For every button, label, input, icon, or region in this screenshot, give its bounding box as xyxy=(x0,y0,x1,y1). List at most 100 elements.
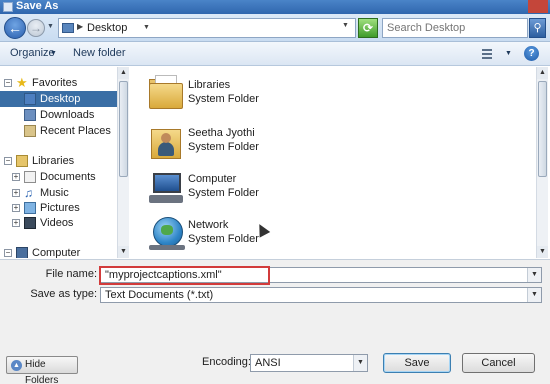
sidebar-item-label: Pictures xyxy=(40,202,80,214)
file-name-dropdown-icon[interactable]: ▼ xyxy=(527,268,541,282)
sidebar-item-label: Desktop xyxy=(40,93,81,105)
desktop-folder-icon xyxy=(62,23,74,33)
sidebar-item-videos[interactable]: + Videos xyxy=(0,215,117,231)
breadcrumb-desktop[interactable]: Desktop xyxy=(87,22,127,34)
sidebar-item-recent-places[interactable]: Recent Places xyxy=(0,123,117,139)
recent-places-icon xyxy=(24,125,36,137)
address-history-dropdown[interactable]: ▼ xyxy=(342,22,349,29)
pictures-icon xyxy=(24,202,36,214)
close-button[interactable] xyxy=(528,0,548,13)
list-item-network[interactable]: Network System Folder xyxy=(131,211,491,255)
sidebar-item-label: Libraries xyxy=(32,155,75,167)
file-list: Libraries System Folder Seetha Jyothi Sy… xyxy=(131,67,536,258)
save-options-panel: File name: "myprojectcaptions.xml" ▼ Sav… xyxy=(0,259,550,384)
list-item-computer[interactable]: Computer System Folder xyxy=(131,165,491,209)
file-type: System Folder xyxy=(188,187,259,199)
cancel-button[interactable]: Cancel xyxy=(462,353,535,373)
search-button[interactable]: ⚲ xyxy=(529,18,546,38)
save-as-type-dropdown-icon[interactable]: ▼ xyxy=(527,288,541,302)
refresh-icon: ⟳ xyxy=(362,21,374,35)
scrollbar-thumb[interactable] xyxy=(538,81,547,177)
command-bar: Organize ▼ New folder ▼ ? xyxy=(0,42,550,66)
help-button[interactable]: ? xyxy=(524,46,539,61)
title-bar: Save As xyxy=(0,0,550,14)
network-icon xyxy=(147,215,185,251)
search-box[interactable] xyxy=(382,18,528,38)
navigation-scrollbar[interactable]: ▲ ▼ xyxy=(117,67,129,258)
sidebar-item-computer[interactable]: − Computer xyxy=(0,245,117,258)
file-name: Computer xyxy=(188,173,237,185)
sidebar-item-favorites[interactable]: − ★ Favorites xyxy=(0,75,117,91)
breadcrumb-arrow-icon[interactable]: ▶ xyxy=(77,22,83,31)
sidebar-item-documents[interactable]: + Documents xyxy=(0,169,117,185)
collapse-icon[interactable]: − xyxy=(4,157,12,165)
forward-button[interactable]: → xyxy=(27,19,45,37)
file-name-highlight-box xyxy=(99,266,270,285)
views-dropdown-icon[interactable]: ▼ xyxy=(505,50,512,57)
encoding-dropdown-icon[interactable]: ▼ xyxy=(353,355,367,371)
breadcrumb-dropdown[interactable]: ▼ xyxy=(143,24,150,31)
window-title: Save As xyxy=(16,0,59,12)
encoding-select[interactable]: ANSI ▼ xyxy=(250,354,368,372)
search-input[interactable] xyxy=(383,19,523,37)
save-as-type-select[interactable]: Text Documents (*.txt) ▼ xyxy=(100,287,542,303)
back-arrow-icon: ← xyxy=(8,20,22,36)
scrollbar-thumb[interactable] xyxy=(119,81,128,177)
new-folder-button[interactable]: New folder xyxy=(73,47,126,59)
file-name: Libraries xyxy=(188,79,231,91)
collapse-icon[interactable]: − xyxy=(4,249,12,257)
desktop-icon xyxy=(24,93,36,105)
refresh-button[interactable]: ⟳ xyxy=(358,18,378,38)
downloads-icon xyxy=(24,109,36,121)
list-item-user-folder[interactable]: Seetha Jyothi System Folder xyxy=(131,119,491,163)
expand-icon[interactable]: + xyxy=(12,173,20,181)
documents-icon xyxy=(24,171,36,183)
list-item-libraries[interactable]: Libraries System Folder xyxy=(131,71,491,115)
scroll-up-icon[interactable]: ▲ xyxy=(537,67,548,79)
address-box[interactable]: ▶ Desktop ▼ xyxy=(58,18,356,38)
scroll-down-icon[interactable]: ▼ xyxy=(118,246,129,258)
file-name: Seetha Jyothi xyxy=(188,127,255,139)
sidebar-item-downloads[interactable]: Downloads xyxy=(0,107,117,123)
file-type: System Folder xyxy=(188,233,259,245)
expand-icon[interactable]: + xyxy=(12,219,20,227)
libraries-folder-icon xyxy=(147,75,185,111)
sidebar-item-pictures[interactable]: + Pictures xyxy=(0,200,117,216)
save-as-type-label: Save as type: xyxy=(30,288,97,300)
sidebar-item-label: Recent Places xyxy=(40,125,111,137)
expand-icon[interactable]: + xyxy=(12,189,20,197)
search-icon: ⚲ xyxy=(533,22,542,34)
file-type: System Folder xyxy=(188,93,259,105)
organize-dropdown-icon[interactable]: ▼ xyxy=(50,50,57,57)
scroll-up-icon[interactable]: ▲ xyxy=(118,67,129,79)
file-name-label: File name: xyxy=(45,268,97,280)
window-icon xyxy=(3,2,13,12)
scroll-down-icon[interactable]: ▼ xyxy=(537,246,548,258)
organize-button[interactable]: Organize xyxy=(10,47,55,59)
file-list-scrollbar[interactable]: ▲ ▼ xyxy=(536,67,548,258)
address-bar: ← → ▼ ▶ Desktop ▼ ▼ ⟳ ⚲ xyxy=(0,14,550,42)
forward-arrow-icon: → xyxy=(30,21,42,35)
hide-folders-button[interactable]: ▲ Hide Folders xyxy=(6,356,78,384)
expand-icon[interactable]: + xyxy=(12,204,20,212)
file-name: Network xyxy=(188,219,229,231)
collapse-icon[interactable]: − xyxy=(4,79,12,87)
sidebar-item-music[interactable]: + ♫ Music xyxy=(0,185,117,201)
navigation-pane: − ★ Favorites Desktop Downloads Recent P… xyxy=(0,67,117,258)
save-as-type-value[interactable]: Text Documents (*.txt) xyxy=(105,289,213,301)
user-folder-icon xyxy=(147,123,185,159)
sidebar-item-libraries[interactable]: − Libraries xyxy=(0,153,117,169)
recent-pages-dropdown[interactable]: ▼ xyxy=(47,23,54,30)
sidebar-item-label: Videos xyxy=(40,217,74,229)
star-icon: ★ xyxy=(16,75,28,90)
back-button[interactable]: ← xyxy=(4,17,26,39)
sidebar-item-desktop[interactable]: Desktop xyxy=(0,91,117,107)
chevron-up-icon: ▲ xyxy=(11,360,22,371)
hide-folders-label: Hide Folders xyxy=(25,359,59,384)
change-view-icon[interactable] xyxy=(482,47,496,60)
encoding-value[interactable]: ANSI xyxy=(255,357,281,369)
computer-icon xyxy=(16,247,28,258)
computer-icon xyxy=(147,169,185,205)
save-button[interactable]: Save xyxy=(383,353,451,373)
videos-icon xyxy=(24,217,36,229)
